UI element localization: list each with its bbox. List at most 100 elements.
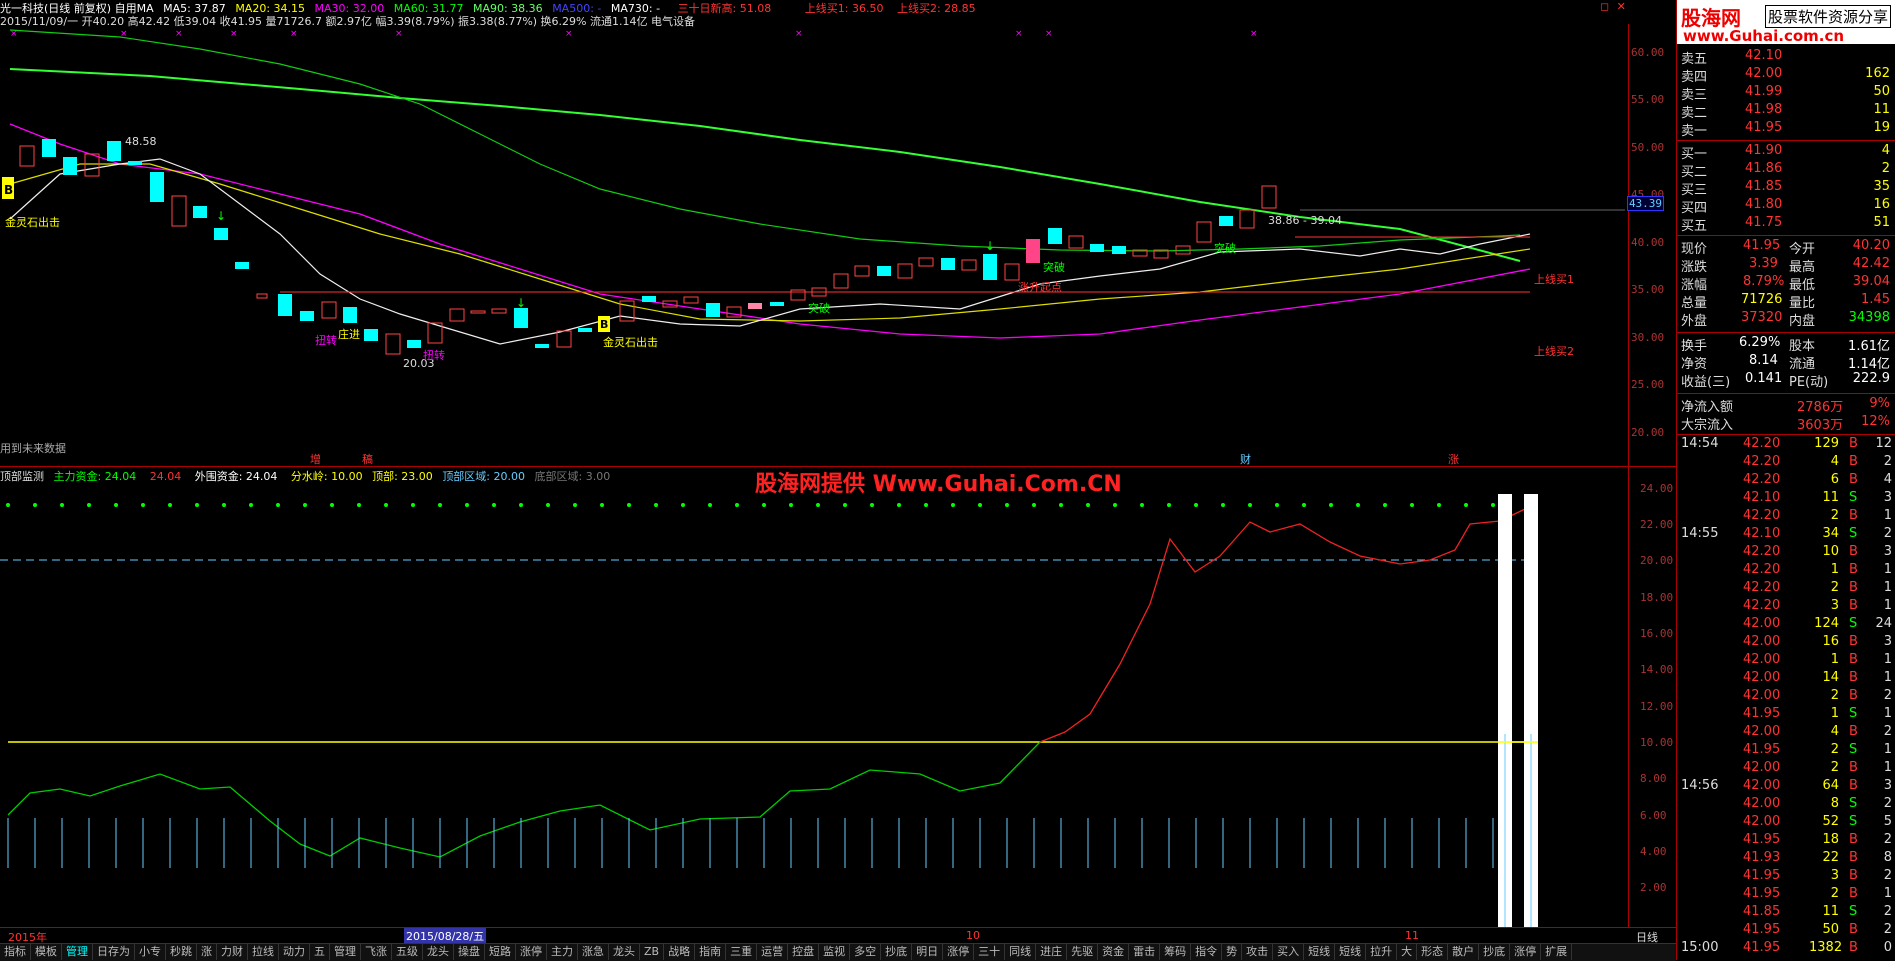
buy-row-2[interactable]: 买二 41.86 2 — [1677, 161, 1895, 180]
tab[interactable]: 涨急 — [578, 944, 609, 960]
tab[interactable]: 同线 — [1005, 944, 1037, 960]
tab[interactable]: 五 — [310, 944, 330, 960]
close-icon[interactable]: ✕ — [1617, 0, 1626, 13]
tab[interactable]: 大 — [1397, 944, 1418, 960]
tab[interactable]: 指标 — [0, 944, 31, 960]
tab[interactable]: 五级 — [392, 944, 423, 960]
candle-down — [1219, 216, 1233, 226]
tab[interactable]: 雷击 — [1129, 944, 1161, 960]
indicator-name: 顶部监测 — [0, 470, 44, 483]
tab[interactable]: 管理 — [330, 944, 361, 960]
buy-row-5[interactable]: 买五 41.75 51 — [1677, 215, 1895, 234]
bottom-zone: 底部区域: 3.00 — [534, 470, 611, 483]
tab[interactable]: 涨 — [197, 944, 217, 960]
sell-row-1[interactable]: 卖一 41.95 19 — [1677, 120, 1895, 139]
tab[interactable]: 短路 — [485, 944, 516, 960]
indicator-chart[interactable] — [0, 484, 1628, 927]
tab[interactable]: 扩展 — [1541, 944, 1573, 960]
quote-row: 现价 41.95 今开 40.20 — [1681, 238, 1890, 257]
tab[interactable]: 拉升 — [1366, 944, 1398, 960]
candle-up — [1004, 263, 1020, 281]
high-label: 48.58 — [125, 135, 157, 148]
tab[interactable]: 资金 — [1098, 944, 1130, 960]
tab[interactable]: 日存为 — [93, 944, 135, 960]
tab[interactable]: 三重 — [726, 944, 758, 960]
event-zeng[interactable]: 增 — [310, 451, 321, 467]
tab[interactable]: 三十 — [974, 944, 1006, 960]
candle-down — [941, 258, 955, 270]
tab[interactable]: 力财 — [217, 944, 248, 960]
tab[interactable]: 形态 — [1417, 944, 1449, 960]
sell-row-2[interactable]: 卖二 41.98 11 — [1677, 102, 1895, 121]
tab[interactable]: 抄底 — [1479, 944, 1511, 960]
candle-down — [63, 157, 77, 175]
tab[interactable]: 短线 — [1335, 944, 1367, 960]
tab[interactable]: 涨停 — [516, 944, 547, 960]
tab[interactable]: ZB — [640, 944, 665, 960]
tab[interactable]: 多空 — [850, 944, 882, 960]
stats-row: 净资 8.14 流通 1.14亿 — [1681, 353, 1890, 372]
tab[interactable]: 筹码 — [1160, 944, 1192, 960]
tab[interactable]: 进庄 — [1036, 944, 1068, 960]
indicator-tick: 6.00 — [1640, 809, 1667, 822]
price-tick: 30.00 — [1631, 331, 1665, 344]
candle-down — [983, 254, 997, 280]
tab[interactable]: 抄底 — [881, 944, 913, 960]
tab[interactable]: 短线 — [1304, 944, 1336, 960]
marker-x: × — [795, 29, 803, 39]
tab[interactable]: 动力 — [279, 944, 310, 960]
tab[interactable]: 攻击 — [1242, 944, 1274, 960]
candle-up — [171, 195, 187, 227]
sell-row-3[interactable]: 卖三 41.99 50 — [1677, 84, 1895, 103]
event-zhang[interactable]: 涨 — [1448, 451, 1459, 467]
tab[interactable]: 模板 — [31, 944, 62, 960]
candlestick-chart[interactable]: × × × × × × × × × × × ↓ ↓ ↓ — [0, 24, 1628, 466]
sell-row-4[interactable]: 卖四 42.00 162 — [1677, 66, 1895, 85]
tab[interactable]: 涨停 — [1510, 944, 1542, 960]
marker-x: × — [395, 29, 403, 39]
tab[interactable]: 势 — [1222, 944, 1243, 960]
b2-label: 金灵石出击 — [603, 336, 658, 349]
sell-row-5[interactable]: 卖五 42.10 — [1677, 48, 1895, 67]
indicator-tick: 24.00 — [1640, 482, 1674, 495]
b2-letter: B — [600, 318, 609, 331]
tab[interactable]: 控盘 — [788, 944, 820, 960]
buy-row-1[interactable]: 买一 41.90 4 — [1677, 143, 1895, 162]
tab-active[interactable]: 管理 — [62, 944, 93, 960]
marker-x: × — [565, 29, 573, 39]
divider — [1677, 332, 1895, 333]
candle-down — [535, 344, 549, 348]
tab[interactable]: 小专 — [135, 944, 166, 960]
restore-icon[interactable]: ◻ — [1600, 0, 1609, 13]
tab[interactable]: 龙头 — [609, 944, 640, 960]
candle-up — [1068, 235, 1084, 249]
ma20-line — [9, 163, 1531, 322]
quote-row: 总量 71726 量比 1.45 — [1681, 292, 1890, 311]
event-cai[interactable]: 财 — [1240, 451, 1251, 467]
tab[interactable]: 明日 — [912, 944, 944, 960]
tab[interactable]: 买入 — [1273, 944, 1305, 960]
tab[interactable]: 运营 — [757, 944, 789, 960]
tab[interactable]: 散户 — [1448, 944, 1480, 960]
tab[interactable]: 主力 — [547, 944, 578, 960]
window-controls: ◻ ✕ — [1600, 0, 1626, 13]
tab[interactable]: 秒跳 — [166, 944, 197, 960]
tab[interactable]: 指南 — [695, 944, 727, 960]
tab[interactable]: 指令 — [1191, 944, 1223, 960]
ma90-line — [9, 68, 1521, 262]
flow-row: 净流入额 2786万 9% — [1681, 396, 1890, 415]
tab[interactable]: 涨停 — [943, 944, 975, 960]
buy-row-4[interactable]: 买四 41.80 16 — [1677, 197, 1895, 216]
tab[interactable]: 拉线 — [248, 944, 279, 960]
rise-start-label: 涨升起点 — [1018, 281, 1062, 294]
tab[interactable]: 战略 — [664, 944, 696, 960]
tab[interactable]: 龙头 — [423, 944, 454, 960]
event-gao[interactable]: 稿 — [362, 451, 373, 467]
buy-row-3[interactable]: 买三 41.85 35 — [1677, 179, 1895, 198]
tab[interactable]: 飞涨 — [361, 944, 392, 960]
tab[interactable]: 操盘 — [454, 944, 485, 960]
marker-x: × — [1045, 29, 1053, 39]
chart-area[interactable]: 光一科技(日线 前复权) 自用MA MA5: 37.87 MA20: 34.15… — [0, 0, 1680, 944]
tab[interactable]: 监视 — [819, 944, 851, 960]
tab[interactable]: 先驱 — [1067, 944, 1099, 960]
